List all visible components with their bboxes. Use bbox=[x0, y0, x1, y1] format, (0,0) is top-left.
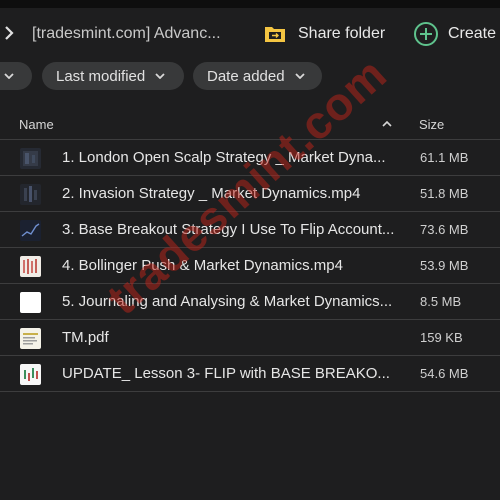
file-row[interactable]: TM.pdf 159 KB bbox=[0, 320, 500, 356]
file-size: 159 KB bbox=[420, 330, 463, 345]
file-name: 3. Base Breakout Strategy I Use To Flip … bbox=[62, 221, 395, 238]
filter-chip-type[interactable] bbox=[0, 62, 32, 90]
file-row[interactable]: 2. Invasion Strategy _ Market Dynamics.m… bbox=[0, 176, 500, 212]
video-thumbnail-icon bbox=[20, 184, 41, 205]
file-name: 5. Journaling and Analysing & Market Dyn… bbox=[62, 293, 393, 310]
file-name: 1. London Open Scalp Strategy _ Market D… bbox=[62, 149, 386, 166]
chart-thumbnail-icon bbox=[20, 364, 41, 385]
file-name: TM.pdf bbox=[62, 329, 109, 346]
file-name: 4. Bollinger Push & Market Dynamics.mp4 bbox=[62, 257, 343, 274]
plus-circle-icon bbox=[414, 22, 438, 46]
file-row[interactable]: 1. London Open Scalp Strategy _ Market D… bbox=[0, 140, 500, 176]
candlestick-thumbnail-icon bbox=[20, 256, 41, 277]
file-name: 2. Invasion Strategy _ Market Dynamics.m… bbox=[62, 185, 361, 202]
chevron-down-icon bbox=[294, 73, 305, 79]
file-size: 51.8 MB bbox=[420, 186, 469, 201]
file-row[interactable]: 4. Bollinger Push & Market Dynamics.mp4 … bbox=[0, 248, 500, 284]
filter-chip-label: Last modified bbox=[56, 67, 146, 85]
breadcrumb[interactable]: [tradesmint.com] Advanc... bbox=[32, 25, 221, 43]
file-name: UPDATE_ Lesson 3- FLIP with BASE BREAKO.… bbox=[62, 365, 390, 382]
blank-thumbnail-icon bbox=[20, 292, 41, 313]
filter-chip-label: Date added bbox=[207, 67, 285, 85]
sort-arrow-up-icon[interactable] bbox=[381, 118, 393, 130]
video-thumbnail-icon bbox=[20, 148, 41, 169]
file-size: 54.6 MB bbox=[420, 366, 469, 381]
create-button[interactable]: Create t bbox=[413, 20, 500, 48]
file-size: 73.6 MB bbox=[420, 222, 469, 237]
file-size: 53.9 MB bbox=[420, 258, 469, 273]
file-row[interactable]: 5. Journaling and Analysing & Market Dyn… bbox=[0, 284, 500, 320]
file-row[interactable]: UPDATE_ Lesson 3- FLIP with BASE BREAKO.… bbox=[0, 356, 500, 392]
chevron-right-icon[interactable] bbox=[4, 26, 14, 40]
chevron-down-icon bbox=[155, 73, 165, 79]
top-strip bbox=[0, 0, 500, 8]
chevron-down-icon bbox=[4, 73, 14, 79]
share-folder-label: Share folder bbox=[298, 25, 386, 42]
header-bar: [tradesmint.com] Advanc... Share folder … bbox=[0, 8, 500, 58]
file-size: 61.1 MB bbox=[420, 150, 469, 165]
file-row[interactable]: 3. Base Breakout Strategy I Use To Flip … bbox=[0, 212, 500, 248]
create-label: Create t bbox=[448, 25, 500, 42]
column-header-name[interactable]: Name bbox=[19, 117, 54, 132]
filter-chip-date-added[interactable]: Date added bbox=[193, 62, 322, 90]
column-header-size[interactable]: Size bbox=[419, 117, 444, 132]
file-size: 8.5 MB bbox=[420, 294, 462, 309]
share-folder-button[interactable]: Share folder bbox=[264, 21, 385, 47]
shared-folder-icon bbox=[265, 27, 285, 42]
filter-chip-last-modified[interactable]: Last modified bbox=[42, 62, 184, 90]
pdf-thumbnail-icon bbox=[20, 328, 41, 349]
column-header-row: Name Size bbox=[0, 108, 500, 140]
video-chart-thumbnail-icon bbox=[20, 220, 41, 241]
